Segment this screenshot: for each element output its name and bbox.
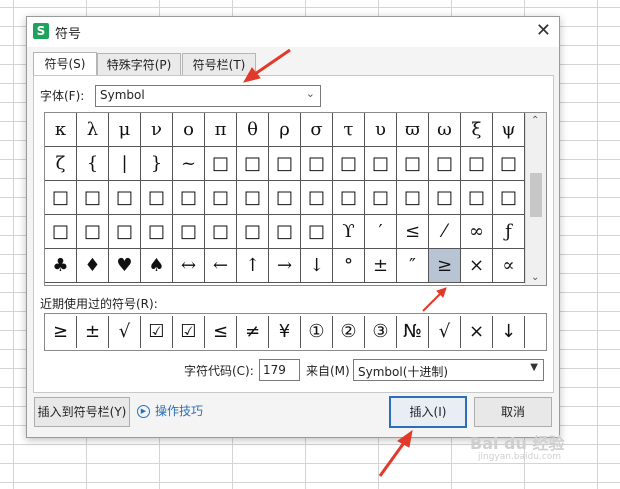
watermark-logo: Bai du 经验 xyxy=(470,434,565,453)
arrow-to-selected-symbol xyxy=(422,287,447,312)
watermark-url: jingyan.baidu.com xyxy=(478,452,562,462)
annotation-arrows xyxy=(242,48,447,477)
arrow-to-font-select xyxy=(242,48,291,83)
arrow-to-insert-button xyxy=(378,429,413,477)
